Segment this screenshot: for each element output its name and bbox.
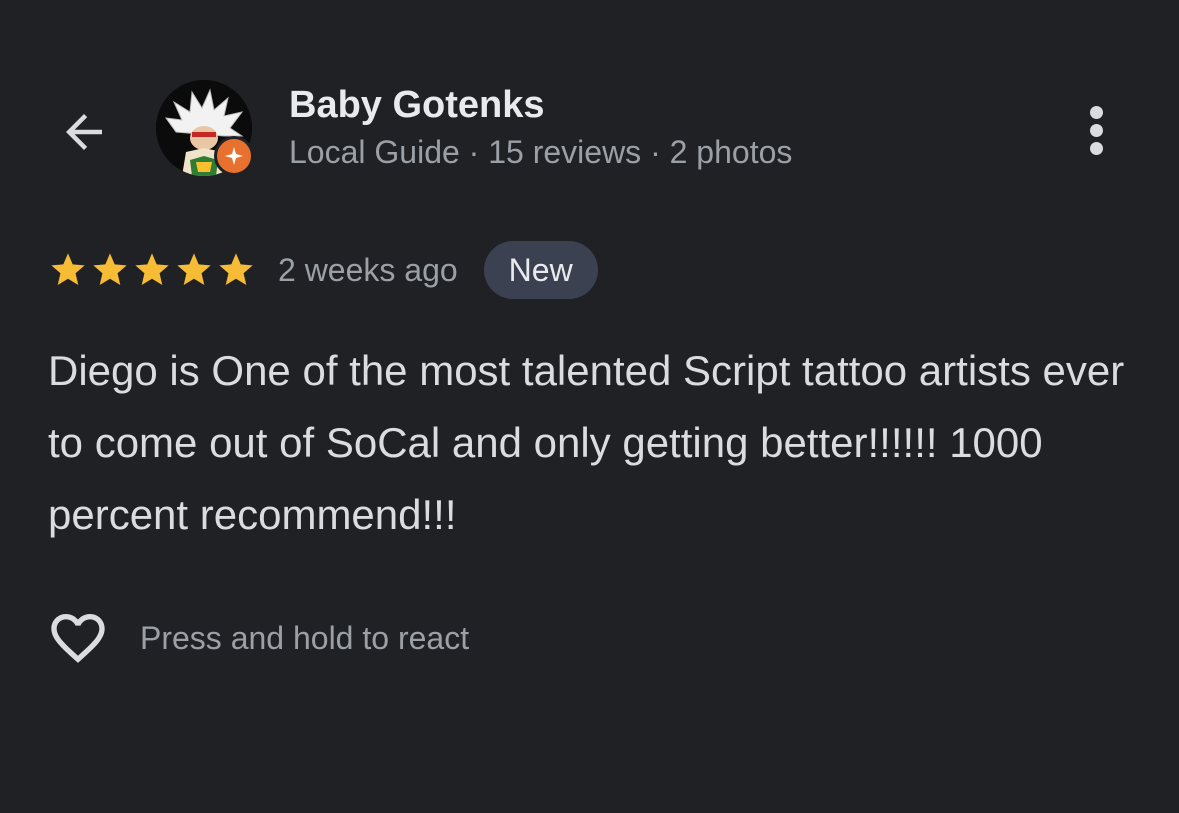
avatar[interactable] [156,80,254,176]
more-options-button[interactable] [1068,100,1124,160]
star-icon [51,253,85,285]
review-header: Baby Gotenks Local Guide · 15 reviews · … [0,0,1179,220]
local-guide-badge-icon [214,136,254,176]
new-badge: New [483,241,598,299]
back-button[interactable] [52,100,116,164]
rating-row: 2 weeks ago New [48,240,598,300]
react-label: Press and hold to react [140,619,470,656]
star-rating [48,250,256,290]
review-date: 2 weeks ago [278,251,458,288]
star-icon [219,253,253,285]
heart-outline-icon [51,614,105,663]
star-icon [177,253,211,285]
star-icon [93,253,127,285]
author-meta: Local Guide · 15 reviews · 2 photos [289,134,793,170]
more-vert-icon [1089,105,1103,119]
arrow-left-icon [66,114,102,150]
author-name[interactable]: Baby Gotenks [289,84,545,127]
react-button[interactable]: Press and hold to react [46,606,469,670]
review-text: Diego is One of the most talented Script… [48,347,1125,538]
star-icon [135,253,169,285]
